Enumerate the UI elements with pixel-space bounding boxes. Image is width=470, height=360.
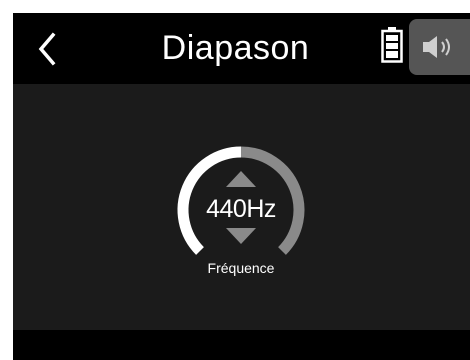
footer-bar — [13, 330, 470, 360]
frequency-label: Fréquence — [207, 260, 275, 276]
frequency-value: 440Hz — [206, 195, 276, 223]
triangle-down-icon[interactable] — [226, 228, 256, 244]
screen: Diapason 440Hz Fréquence — [13, 13, 470, 360]
header-bar: Diapason — [13, 13, 470, 84]
triangle-up-icon[interactable] — [226, 171, 256, 187]
speaker-icon — [423, 36, 450, 58]
device-frame: Diapason 440Hz Fréquence — [0, 0, 470, 360]
battery-full-icon — [381, 27, 403, 63]
tuner-panel: 440Hz Fréquence — [13, 84, 470, 330]
speaker-button[interactable] — [409, 19, 470, 75]
